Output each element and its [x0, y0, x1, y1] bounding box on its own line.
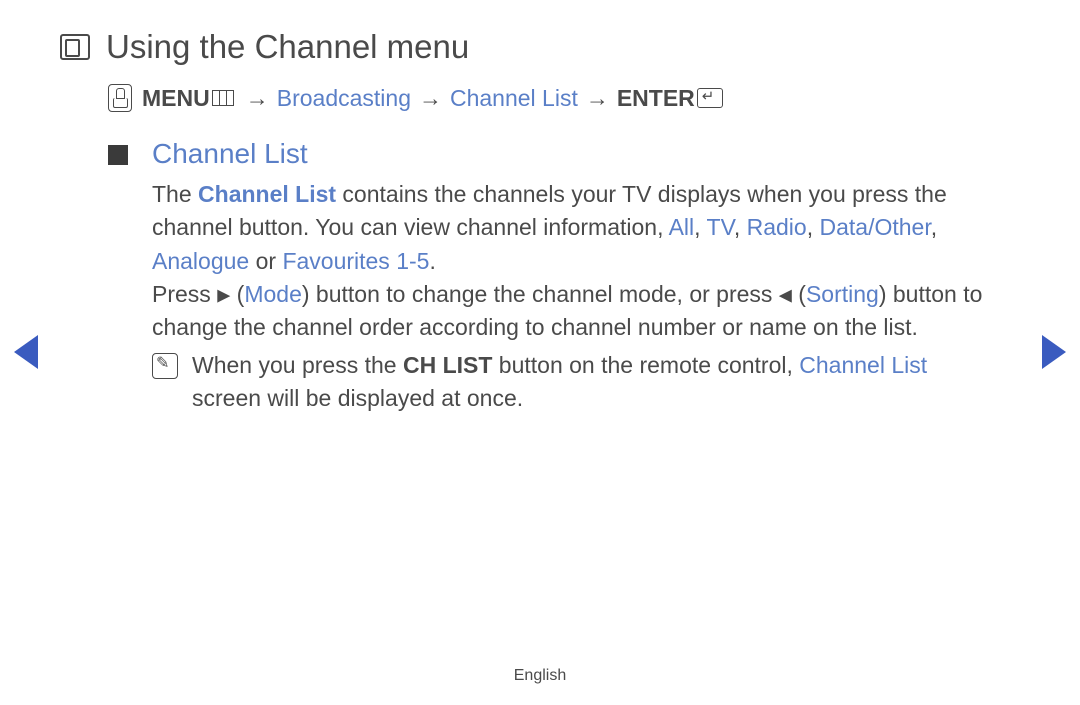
section-bullet-icon [108, 145, 128, 165]
menu-grid-icon [212, 90, 234, 106]
arrow-separator: → [419, 85, 442, 112]
enter-label: ENTER [617, 85, 695, 112]
arrow-separator: → [246, 85, 269, 112]
note-paragraph: When you press the CH LIST button on the… [192, 349, 1000, 416]
page-title: Using the Channel menu [106, 28, 469, 66]
enter-icon [697, 88, 723, 108]
paragraph-1: The Channel List contains the channels y… [152, 178, 1000, 278]
triangle-left-icon: ◀ [779, 286, 792, 305]
nav-next-button[interactable] [1042, 335, 1066, 369]
note-icon [152, 353, 178, 379]
arrow-separator: → [586, 85, 609, 112]
finger-tap-icon [108, 84, 132, 112]
breadcrumb: MENU → Broadcasting → Channel List → ENT… [108, 84, 1020, 112]
breadcrumb-broadcasting: Broadcasting [277, 85, 411, 112]
menu-label: MENU [142, 85, 210, 112]
triangle-right-icon: ▶ [217, 286, 230, 305]
paragraph-2: Press ▶ (Mode) button to change the chan… [152, 278, 1000, 345]
breadcrumb-channel-list: Channel List [450, 85, 578, 112]
footer-language: English [0, 667, 1080, 685]
nav-prev-button[interactable] [14, 335, 38, 369]
document-icon [60, 34, 90, 60]
section-title: Channel List [152, 138, 308, 170]
